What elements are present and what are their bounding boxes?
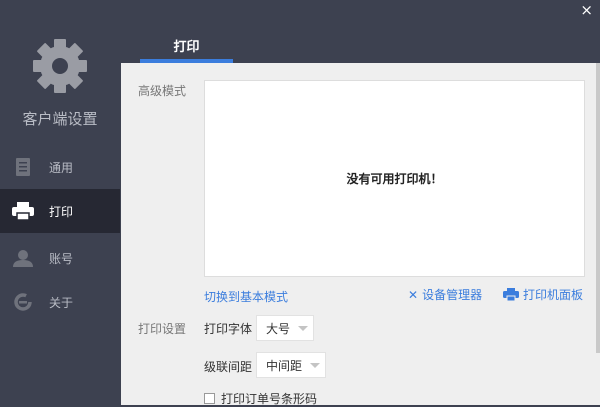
printer-icon: [503, 288, 519, 301]
list-icon: [12, 156, 34, 178]
sidebar: 客户端设置 通用 打印 账号 关于: [0, 0, 120, 405]
font-size-value: 大号: [266, 321, 291, 336]
switch-basic-mode-link[interactable]: 切换到基本模式: [204, 288, 288, 305]
sidebar-item-label: 通用: [49, 160, 74, 175]
font-size-select[interactable]: 大号: [256, 315, 314, 341]
scrollbar[interactable]: [596, 63, 600, 353]
sidebar-item-label: 关于: [49, 295, 74, 310]
printer-panel-label: 打印机面板: [523, 288, 584, 302]
tab-print[interactable]: 打印: [140, 36, 233, 55]
about-e-icon: [12, 291, 34, 313]
printer-list: 没有可用打印机！: [204, 80, 585, 277]
tools-icon: ✕: [408, 287, 419, 302]
font-size-label: 打印字体: [204, 322, 253, 336]
spacing-select[interactable]: 中间距: [256, 352, 326, 378]
close-button[interactable]: ×: [580, 1, 593, 19]
barcode-checkbox[interactable]: 打印订单号条形码: [204, 390, 317, 407]
device-manager-link[interactable]: ✕ 设备管理器: [408, 286, 482, 303]
spacing-value: 中间距: [266, 358, 303, 373]
sidebar-item-account[interactable]: 账号: [0, 236, 120, 280]
checkbox-box[interactable]: [204, 393, 215, 404]
gear-icon: [33, 39, 87, 93]
chevron-down-icon: [310, 362, 321, 368]
sidebar-item-print[interactable]: 打印: [0, 189, 120, 233]
device-manager-label: 设备管理器: [422, 288, 483, 302]
chevron-down-icon: [298, 325, 309, 331]
sidebar-item-about[interactable]: 关于: [0, 280, 120, 324]
printer-icon: [12, 200, 34, 222]
spacing-label: 级联间距: [204, 360, 253, 374]
sidebar-item-label: 账号: [49, 251, 74, 266]
print-settings-label: 打印设置: [138, 322, 187, 336]
empty-message: 没有可用打印机！: [346, 172, 443, 186]
advanced-mode-label: 高级模式: [138, 84, 187, 98]
sidebar-item-label: 打印: [49, 204, 74, 219]
sidebar-item-general[interactable]: 通用: [0, 145, 120, 189]
barcode-label: 打印订单号条形码: [221, 392, 318, 406]
printer-panel-link[interactable]: 打印机面板: [503, 286, 583, 303]
sidebar-title: 客户端设置: [22, 110, 98, 128]
user-icon: [12, 247, 34, 269]
print-settings-panel: 高级模式 没有可用打印机！ 切换到基本模式 ✕ 设备管理器 打印机面板 打印设置 …: [121, 63, 600, 407]
